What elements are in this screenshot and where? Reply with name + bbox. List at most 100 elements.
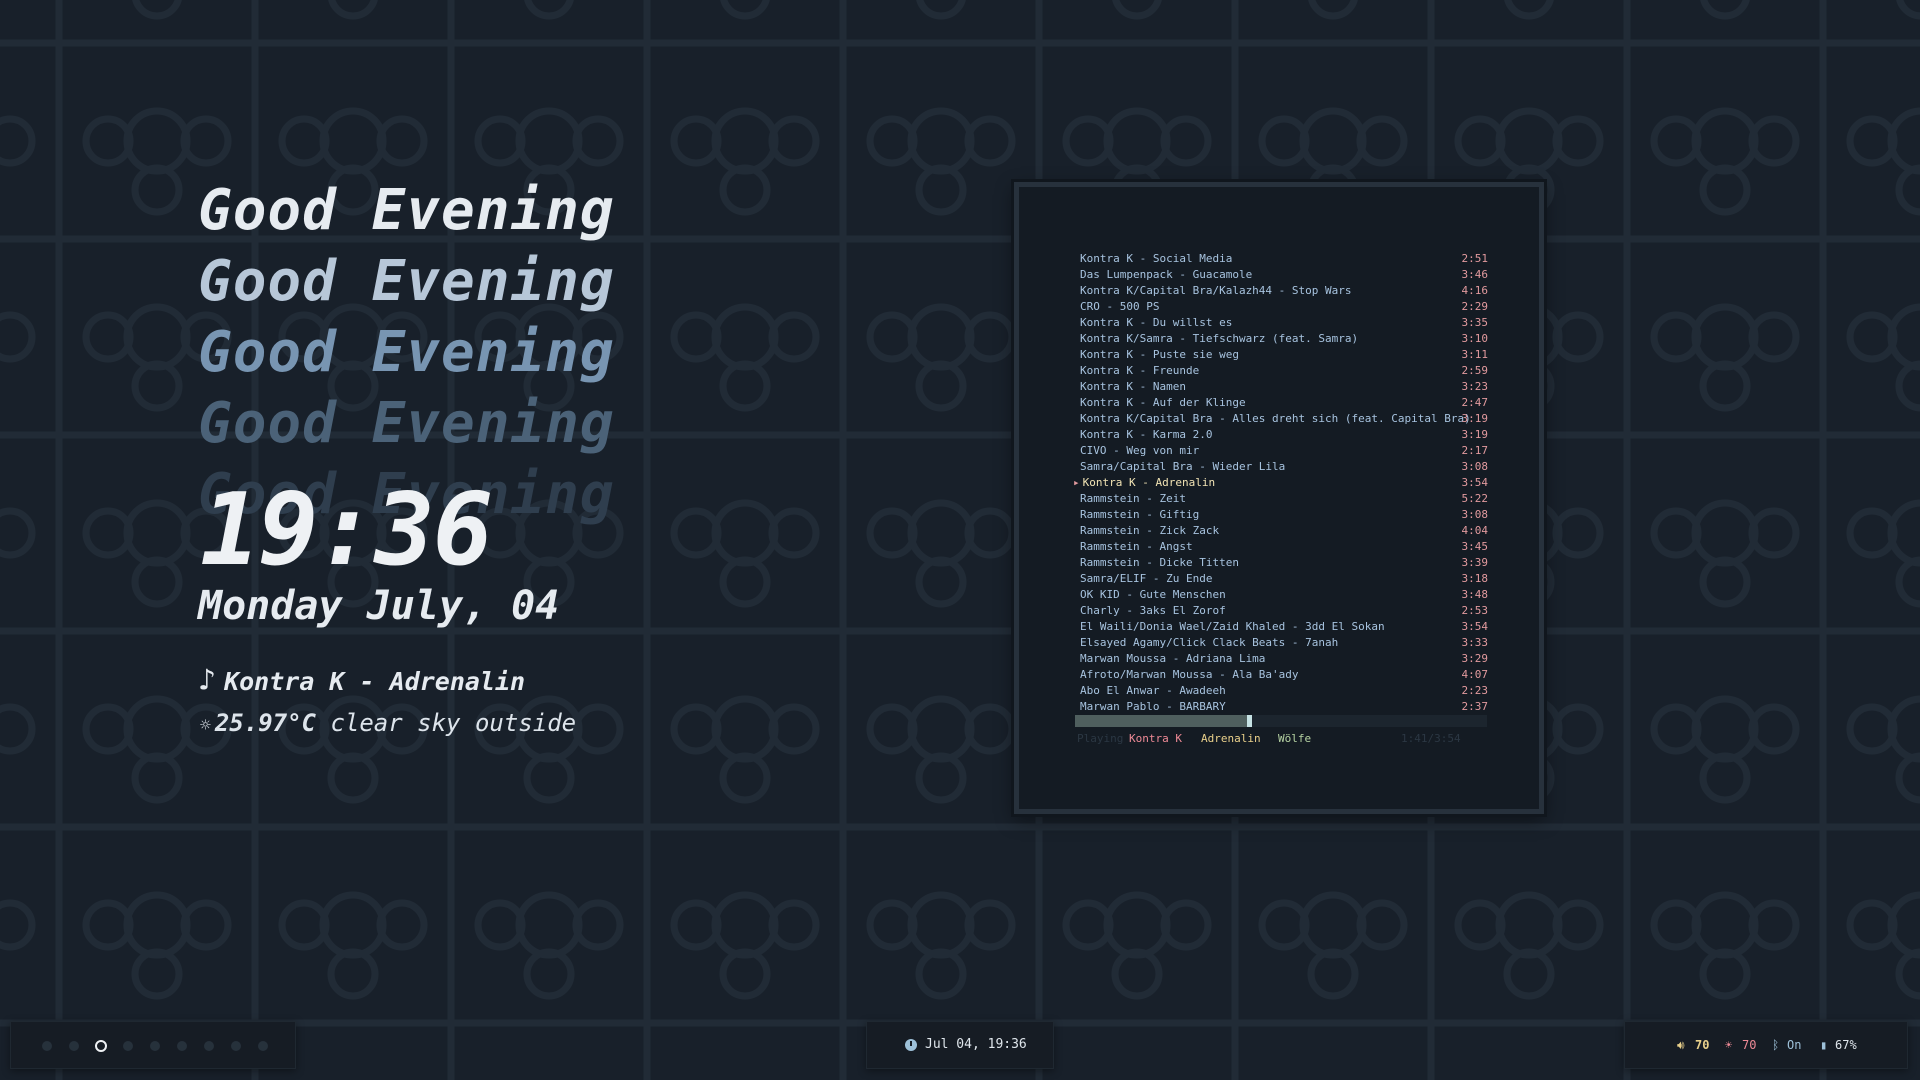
playlist-track[interactable]: Kontra K - Auf der Klinge 2:47 [1080,395,1488,411]
status-title: Adrenalin [1201,732,1261,745]
track-title: Rammstein - Zeit [1080,492,1186,505]
playlist-track[interactable]: El Waili/Donia Wael/Zaid Khaled - 3dd El… [1080,619,1488,635]
workspace-dot[interactable] [204,1041,214,1051]
track-duration: 3:19 [1461,428,1489,441]
playlist-track[interactable]: Rammstein - Zeit 5:22 [1080,491,1488,507]
music-note-icon: ♪ [198,663,217,698]
track-title: Samra/ELIF - Zu Ende [1080,572,1213,585]
weather-description: clear sky outside [330,709,577,737]
now-playing-text: Kontra K - Adrenalin [224,667,526,696]
track-duration: 3:10 [1461,332,1489,345]
clock-icon [905,1039,917,1051]
track-title: Kontra K/Capital Bra/Kalazh44 - Stop War… [1080,284,1352,297]
track-duration: 4:04 [1461,524,1489,537]
workspace-dot[interactable] [69,1041,79,1051]
track-duration: 3:18 [1461,572,1489,585]
track-title: CIVO - Weg von mir [1080,444,1200,457]
playlist[interactable]: Kontra K - Social Media 2:51 Das Lumpenpac… [1073,251,1488,715]
workspace-dot-active[interactable] [95,1040,107,1052]
track-duration: 2:23 [1461,684,1489,697]
track-title: Marwan Pablo - BARBARY [1080,700,1226,713]
track-duration: 2:17 [1461,444,1489,457]
bar-clock[interactable]: Jul 04, 19:36 [866,1021,1054,1069]
playback-state: Playing [1077,732,1124,745]
playlist-track[interactable]: OK KID - Gute Menschen 3:48 [1080,587,1488,603]
playlist-track[interactable]: Rammstein - Zick Zack 4:04 [1080,523,1488,539]
playlist-track[interactable]: Samra/ELIF - Zu Ende 3:18 [1080,571,1488,587]
playlist-track[interactable]: Marwan Pablo - BARBARY 2:37 [1080,699,1488,715]
playlist-track[interactable]: Rammstein - Giftig 3:08 [1080,507,1488,523]
playlist-track[interactable]: Kontra K - Du willst es 3:35 [1080,315,1488,331]
volume-icon[interactable]: 🔊︎ [1677,1022,1685,1068]
status-time: 1:41/3:54 [1401,732,1461,745]
workspace-indicator [10,1021,296,1069]
track-duration: 3:08 [1461,460,1489,473]
track-duration: 2:37 [1461,700,1489,713]
clock-date: Monday July, 04 [198,583,560,629]
playlist-track[interactable]: CRO - 500 PS 2:29 [1080,299,1488,315]
track-duration: 3:45 [1461,540,1489,553]
track-duration: 3:35 [1461,316,1489,329]
workspace-dot[interactable] [177,1041,187,1051]
track-title: Kontra K/Samra - Tiefschwarz (feat. Samr… [1080,332,1359,345]
workspace-dot[interactable] [42,1041,52,1051]
workspace-dot[interactable] [150,1041,160,1051]
track-duration: 5:22 [1461,492,1489,505]
track-duration: 3:54 [1461,620,1489,633]
playlist-track[interactable]: Kontra K - Freunde 2:59 [1080,363,1488,379]
playlist-track[interactable]: Rammstein - Dicke Titten 3:39 [1080,555,1488,571]
brightness-icon[interactable]: ☀ [1725,1022,1732,1068]
music-player-window[interactable]: Kontra K - Social Media 2:51 Das Lumpenpac… [1014,182,1544,814]
playlist-track[interactable]: Abo El Anwar - Awadeeh 2:23 [1080,683,1488,699]
playlist-track[interactable]: Kontra K - Social Media 2:51 [1080,251,1488,267]
track-title: Rammstein - Zick Zack [1080,524,1220,537]
status-artist: Kontra K [1129,732,1182,745]
clock-time: 19:36 [200,471,493,588]
playlist-track[interactable]: Rammstein - Angst 3:45 [1080,539,1488,555]
sun-icon: ☼ [200,715,211,736]
volume-value[interactable]: 70 [1695,1022,1709,1068]
bluetooth-icon[interactable]: ᛒ [1772,1022,1779,1068]
playlist-track[interactable]: Das Lumpenpack - Guacamole 3:46 [1080,267,1488,283]
playlist-track[interactable]: Afroto/Marwan Moussa - Ala Ba'ady 4:07 [1080,667,1488,683]
progress-handle[interactable] [1247,715,1252,727]
playlist-track[interactable]: CIVO - Weg von mir 2:17 [1080,443,1488,459]
track-title: OK KID - Gute Menschen [1080,588,1226,601]
playlist-track[interactable]: Marwan Moussa - Adriana Lima 3:29 [1080,651,1488,667]
track-title: Kontra K - Auf der Klinge [1080,396,1246,409]
track-title: Kontra K - Puste sie weg [1080,348,1239,361]
playlist-track[interactable]: Kontra K - Karma 2.0 3:19 [1080,427,1488,443]
track-title: Charly - 3aks El Zorof [1080,604,1226,617]
track-duration: 3:33 [1461,636,1489,649]
bar-clock-text: Jul 04, 19:36 [925,1037,1027,1052]
playlist-track[interactable]: Kontra K/Capital Bra/Kalazh44 - Stop War… [1080,283,1488,299]
playlist-track[interactable]: Kontra K - Puste sie weg 3:11 [1080,347,1488,363]
status-album: Wölfe [1278,732,1312,745]
track-title: El Waili/Donia Wael/Zaid Khaled - 3dd El… [1080,620,1385,633]
workspace-dot[interactable] [231,1041,241,1051]
progress-bar[interactable] [1075,715,1487,727]
playlist-track[interactable]: Kontra K/Capital Bra - Alles dreht sich … [1080,411,1488,427]
playlist-track-current[interactable]: ▸ Kontra K - Adrenalin 3:54 [1073,475,1488,491]
track-title: Kontra K - Karma 2.0 [1080,428,1213,441]
playlist-track[interactable]: Charly - 3aks El Zorof 2:53 [1080,603,1488,619]
brightness-value[interactable]: 70 [1742,1022,1756,1068]
track-duration: 2:59 [1461,364,1489,377]
track-duration: 3:29 [1461,652,1489,665]
playlist-track[interactable]: Samra/Capital Bra - Wieder Lila 3:08 [1080,459,1488,475]
workspace-dot[interactable] [123,1041,133,1051]
weather-line: ☼ 25.97°C clear sky outside [200,706,576,743]
playlist-track[interactable]: Elsayed Agamy/Click Clack Beats - 7anah 3… [1080,635,1488,651]
workspace-dot[interactable] [258,1041,268,1051]
playlist-track[interactable]: Kontra K/Samra - Tiefschwarz (feat. Samr… [1080,331,1488,347]
track-duration: 3:08 [1461,508,1489,521]
track-title: Afroto/Marwan Moussa - Ala Ba'ady [1080,668,1299,681]
track-duration: 3:46 [1461,268,1489,281]
track-duration: 2:47 [1461,396,1489,409]
track-duration: 3:39 [1461,556,1489,569]
track-title: Elsayed Agamy/Click Clack Beats - 7anah [1080,636,1339,649]
bluetooth-value[interactable]: On [1787,1022,1801,1068]
playlist-track[interactable]: Kontra K - Namen 3:23 [1080,379,1488,395]
track-title: Kontra K - Du willst es [1080,316,1233,329]
track-title: Marwan Moussa - Adriana Lima [1080,652,1266,665]
